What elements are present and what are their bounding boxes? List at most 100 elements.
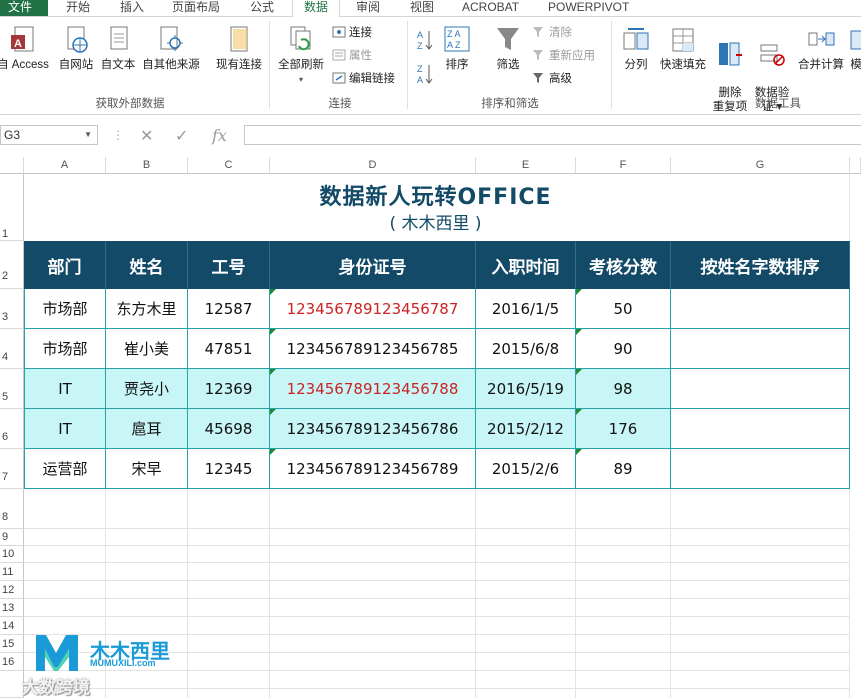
- column-header-f[interactable]: F: [576, 157, 671, 174]
- cancel-icon[interactable]: ✕: [140, 126, 153, 146]
- properties-button[interactable]: 属性: [332, 49, 372, 63]
- flash-fill-button[interactable]: 快速填充: [656, 25, 710, 72]
- row-header-14[interactable]: 14: [0, 617, 24, 635]
- from-other-sources-button[interactable]: 自其他来源: [138, 25, 204, 72]
- row-header-16[interactable]: 16: [0, 653, 24, 671]
- row-header-10[interactable]: 10: [0, 546, 24, 563]
- data-cell[interactable]: 123456789123456787: [270, 289, 476, 329]
- advanced-button[interactable]: 高级: [532, 72, 572, 86]
- data-cell[interactable]: 176: [576, 409, 671, 449]
- column-header-c[interactable]: C: [188, 157, 270, 174]
- edit-links-button[interactable]: 编辑链接: [332, 72, 395, 86]
- tab-file[interactable]: 文件: [0, 0, 48, 16]
- data-cell[interactable]: 12345: [188, 449, 270, 489]
- tab-powerpivot[interactable]: POWERPIVOT: [548, 0, 629, 16]
- row-header-15[interactable]: 15: [0, 635, 24, 653]
- row-header-11[interactable]: 11: [0, 563, 24, 581]
- data-cell[interactable]: 2015/2/6: [476, 449, 576, 489]
- sort-result-cell-g4[interactable]: [671, 329, 850, 369]
- data-cell[interactable]: 47851: [188, 329, 270, 369]
- tab-data[interactable]: 数据: [292, 0, 340, 18]
- row-header-17[interactable]: [0, 671, 24, 698]
- data-cell[interactable]: 崔小美: [106, 329, 188, 369]
- connections-button[interactable]: 连接: [332, 26, 372, 40]
- worksheet-grid[interactable]: A B C D E F G 1 2 3 4 5 6 7 8 9 10 11 12…: [0, 157, 861, 698]
- existing-connections-button[interactable]: 现有连接: [212, 25, 266, 72]
- tab-review[interactable]: 审阅: [356, 0, 380, 16]
- data-cell[interactable]: 45698: [188, 409, 270, 449]
- name-box[interactable]: G3 ▼: [0, 125, 98, 145]
- data-cell[interactable]: 12369: [188, 369, 270, 409]
- select-all-corner[interactable]: [0, 157, 24, 174]
- header-cell-hire-date[interactable]: 入职时间: [476, 241, 576, 289]
- data-cell[interactable]: 扈耳: [106, 409, 188, 449]
- data-cell[interactable]: 123456789123456788: [270, 369, 476, 409]
- reapply-button[interactable]: 重新应用: [532, 49, 595, 63]
- tab-formulas[interactable]: 公式: [250, 0, 274, 16]
- data-cell[interactable]: 运营部: [24, 449, 106, 489]
- column-header-a[interactable]: A: [24, 157, 106, 174]
- data-cell[interactable]: IT: [24, 369, 106, 409]
- sort-result-cell-g5[interactable]: [671, 369, 850, 409]
- data-cell[interactable]: 2016/1/5: [476, 289, 576, 329]
- tab-insert[interactable]: 插入: [120, 0, 144, 16]
- column-header-h[interactable]: [850, 157, 861, 174]
- header-cell-score[interactable]: 考核分数: [576, 241, 671, 289]
- data-cell[interactable]: 2015/6/8: [476, 329, 576, 369]
- column-header-e[interactable]: E: [476, 157, 576, 174]
- tab-acrobat[interactable]: ACROBAT: [462, 0, 519, 16]
- enter-check-icon[interactable]: ✓: [175, 126, 188, 146]
- tab-home[interactable]: 开始: [66, 0, 90, 16]
- data-cell[interactable]: 东方木里: [106, 289, 188, 329]
- tab-page-layout[interactable]: 页面布局: [172, 0, 220, 16]
- row-header-12[interactable]: 12: [0, 581, 24, 599]
- data-cell[interactable]: 2015/2/12: [476, 409, 576, 449]
- text-to-columns-button[interactable]: 分列: [618, 25, 654, 72]
- header-cell-sort-by-name-length[interactable]: 按姓名字数排序: [671, 241, 850, 289]
- refresh-all-button[interactable]: 全部刷新 ▾: [274, 25, 328, 87]
- header-cell-id-number[interactable]: 身份证号: [270, 241, 476, 289]
- row-header-4[interactable]: 4: [0, 329, 24, 369]
- sort-result-cell-g3[interactable]: [671, 289, 850, 329]
- clear-button[interactable]: 清除: [532, 26, 572, 40]
- row-header-6[interactable]: 6: [0, 409, 24, 449]
- title-merged-cell[interactable]: 数据新人玩转OFFICE ( 木木西里 ): [25, 174, 846, 241]
- from-text-button[interactable]: 自文本: [98, 25, 138, 72]
- data-cell[interactable]: 市场部: [24, 289, 106, 329]
- row-header-1[interactable]: 1: [0, 174, 24, 241]
- from-access-button[interactable]: A 自 Access: [0, 25, 52, 72]
- from-web-button[interactable]: 自网站: [56, 25, 96, 72]
- column-header-b[interactable]: B: [106, 157, 188, 174]
- row-header-2[interactable]: 2: [0, 241, 24, 289]
- header-cell-name[interactable]: 姓名: [106, 241, 188, 289]
- row-header-3[interactable]: 3: [0, 289, 24, 329]
- tab-view[interactable]: 视图: [410, 0, 434, 16]
- row-header-8[interactable]: 8: [0, 489, 24, 529]
- data-cell[interactable]: 89: [576, 449, 671, 489]
- sort-az-button[interactable]: AZ: [416, 29, 437, 53]
- data-cell[interactable]: 123456789123456785: [270, 329, 476, 369]
- filter-button[interactable]: 筛选: [490, 25, 526, 72]
- header-cell-department[interactable]: 部门: [24, 241, 106, 289]
- data-cell[interactable]: 贾尧小: [106, 369, 188, 409]
- row-header-9[interactable]: 9: [0, 529, 24, 546]
- data-cell[interactable]: 123456789123456786: [270, 409, 476, 449]
- sort-result-cell-g6[interactable]: [671, 409, 850, 449]
- chevron-down-icon[interactable]: ▼: [84, 126, 92, 144]
- formula-input[interactable]: [244, 125, 861, 145]
- data-cell[interactable]: 90: [576, 329, 671, 369]
- header-cell-employee-id[interactable]: 工号: [188, 241, 270, 289]
- sort-result-cell-g7[interactable]: [671, 449, 850, 489]
- column-header-d[interactable]: D: [270, 157, 476, 174]
- data-cell[interactable]: 12587: [188, 289, 270, 329]
- data-cell[interactable]: 宋早: [106, 449, 188, 489]
- data-cell[interactable]: 123456789123456789: [270, 449, 476, 489]
- insert-function-icon[interactable]: fx: [212, 126, 227, 145]
- row-header-13[interactable]: 13: [0, 599, 24, 617]
- model-button[interactable]: 模: [846, 25, 861, 72]
- data-cell[interactable]: 98: [576, 369, 671, 409]
- sort-button[interactable]: Z AA Z 排序: [440, 25, 474, 72]
- column-header-g[interactable]: G: [671, 157, 850, 174]
- row-header-5[interactable]: 5: [0, 369, 24, 409]
- data-cell[interactable]: IT: [24, 409, 106, 449]
